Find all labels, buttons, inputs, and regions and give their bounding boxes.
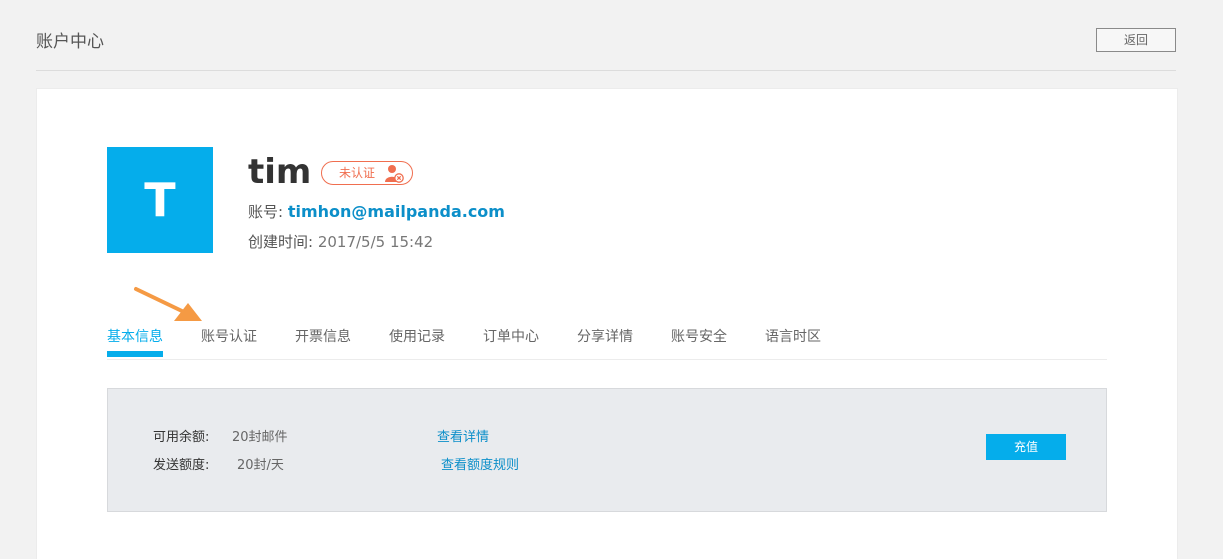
created-info: 创建时间: 2017/5/5 15:42	[248, 231, 433, 252]
quota-rules-link[interactable]: 查看额度规则	[441, 454, 519, 473]
balance-value: 20封邮件	[232, 430, 288, 445]
balance-label: 可用余额:	[153, 430, 210, 445]
user-x-icon	[384, 164, 404, 191]
send-quota-value: 20封/天	[237, 458, 284, 473]
created-time: 2017/5/5 15:42	[317, 233, 434, 251]
avatar: T	[107, 147, 213, 253]
account-email: timhon@mailpanda.com	[287, 202, 505, 221]
account-info: 账号: timhon@mailpanda.com	[248, 201, 505, 222]
username: tim	[248, 152, 312, 192]
page-header: 账户中心 返回	[36, 0, 1176, 71]
active-tab-indicator	[107, 351, 163, 357]
tab-bar: 基本信息 账号认证 开票信息 使用记录 订单中心 分享详情 账号安全 语言时区	[107, 319, 1107, 360]
tab-usage-records[interactable]: 使用记录	[389, 326, 445, 346]
verification-badge[interactable]: 未认证	[321, 161, 413, 185]
recharge-button[interactable]: 充值	[986, 434, 1066, 460]
tab-share-details[interactable]: 分享详情	[577, 326, 633, 346]
page-title: 账户中心	[36, 32, 104, 52]
balance-details-link[interactable]: 查看详情	[437, 426, 489, 445]
back-button[interactable]: 返回	[1096, 28, 1176, 52]
tab-invoice-info[interactable]: 开票信息	[295, 326, 351, 346]
created-label: 创建时间:	[248, 233, 318, 251]
tab-order-center[interactable]: 订单中心	[483, 326, 539, 346]
account-label: 账号:	[248, 203, 288, 221]
tab-basic-info[interactable]: 基本信息	[107, 326, 163, 346]
tab-account-verification[interactable]: 账号认证	[201, 326, 257, 346]
verification-status: 未认证	[339, 166, 376, 180]
tab-language-timezone[interactable]: 语言时区	[765, 326, 821, 346]
account-card: T tim 未认证 账号: timhon@mailpanda.com 创建时间:…	[36, 88, 1178, 559]
send-quota-label: 发送额度:	[153, 458, 210, 473]
tab-account-security[interactable]: 账号安全	[671, 326, 727, 346]
quota-panel: 可用余额: 20封邮件 查看详情 发送额度: 20封/天 查看额度规则 充值	[107, 388, 1107, 512]
